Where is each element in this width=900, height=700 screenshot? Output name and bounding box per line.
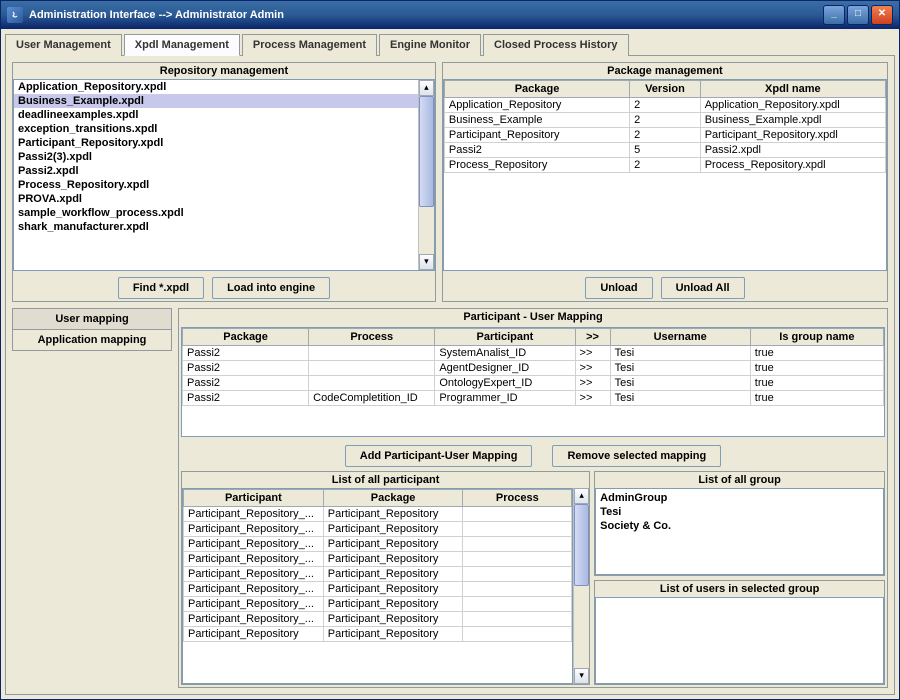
table-row: Passi25Passi2.xpdl	[444, 143, 885, 158]
list-item[interactable]: Tesi	[600, 505, 879, 519]
tab-xpdl-management[interactable]: Xpdl Management	[124, 34, 240, 56]
mapping-header: Participant - User Mapping	[179, 309, 887, 325]
table-row: Business_Example2Business_Example.xpdl	[444, 113, 885, 128]
table-row: Passi2SystemAnalist_ID>>Tesitrue	[183, 346, 884, 361]
users-in-group-list[interactable]	[595, 597, 884, 684]
unload-button[interactable]: Unload	[585, 277, 652, 299]
table-row: Passi2CodeCompletition_IDProgrammer_ID>>…	[183, 391, 884, 406]
table-row: Participant_Repository2Participant_Repos…	[444, 128, 885, 143]
table-row: Participant_RepositoryParticipant_Reposi…	[184, 627, 572, 642]
repository-list[interactable]: Application_Repository.xpdl Business_Exa…	[14, 80, 418, 270]
load-into-engine-button[interactable]: Load into engine	[212, 277, 330, 299]
unload-all-button[interactable]: Unload All	[661, 277, 745, 299]
list-item[interactable]: exception_transitions.xpdl	[14, 122, 418, 136]
scroll-thumb[interactable]	[419, 96, 434, 207]
list-item[interactable]: Society & Co.	[600, 519, 879, 533]
tab-engine-monitor[interactable]: Engine Monitor	[379, 34, 481, 56]
table-row: Passi2OntologyExpert_ID>>Tesitrue	[183, 376, 884, 391]
col-version[interactable]: Version	[630, 81, 701, 98]
tab-process-management[interactable]: Process Management	[242, 34, 377, 56]
maximize-button[interactable]: □	[847, 5, 869, 25]
scroll-up-icon[interactable]: ▴	[574, 488, 589, 504]
table-row: Participant_Repository_...Participant_Re…	[184, 597, 572, 612]
packages-table[interactable]: Package Version Xpdl name Application_Re…	[444, 80, 886, 173]
table-row: Participant_Repository_...Participant_Re…	[184, 522, 572, 537]
list-item[interactable]: Passi2.xpdl	[14, 164, 418, 178]
list-item[interactable]: Passi2(3).xpdl	[14, 150, 418, 164]
list-item[interactable]: shark_manufacturer.xpdl	[14, 220, 418, 234]
titlebar: Administration Interface --> Administrat…	[1, 1, 899, 29]
scroll-up-icon[interactable]: ▴	[419, 80, 434, 96]
repository-header: Repository management	[13, 63, 435, 79]
scrollbar[interactable]: ▴ ▾	[573, 488, 589, 684]
packages-header: Package management	[443, 63, 887, 79]
main-tabs: User Management Xpdl Management Process …	[5, 33, 895, 56]
list-item[interactable]: Business_Example.xpdl	[14, 94, 418, 108]
list-item[interactable]: PROVA.xpdl	[14, 192, 418, 206]
scroll-down-icon[interactable]: ▾	[419, 254, 434, 270]
table-row: Process_Repository2Process_Repository.xp…	[444, 158, 885, 173]
participants-table[interactable]: Participant Package Process Participant_…	[183, 489, 572, 642]
minimize-button[interactable]: _	[823, 5, 845, 25]
find-xpdl-button[interactable]: Find *.xpdl	[118, 277, 204, 299]
add-mapping-button[interactable]: Add Participant-User Mapping	[345, 445, 533, 467]
users-in-group-header: List of users in selected group	[595, 581, 884, 597]
list-item[interactable]: Participant_Repository.xpdl	[14, 136, 418, 150]
list-item[interactable]: Application_Repository.xpdl	[14, 80, 418, 94]
tab-application-mapping[interactable]: Application mapping	[12, 329, 172, 351]
scroll-down-icon[interactable]: ▾	[574, 668, 589, 684]
scrollbar[interactable]: ▴ ▾	[418, 80, 434, 270]
participants-header: List of all participant	[182, 472, 589, 488]
table-row: Participant_Repository_...Participant_Re…	[184, 537, 572, 552]
table-row: Passi2AgentDesigner_ID>>Tesitrue	[183, 361, 884, 376]
list-item[interactable]: AdminGroup	[600, 491, 879, 505]
table-row: Participant_Repository_...Participant_Re…	[184, 552, 572, 567]
groups-header: List of all group	[595, 472, 884, 488]
window-title: Administration Interface --> Administrat…	[29, 9, 284, 21]
col-package[interactable]: Package	[444, 81, 629, 98]
app-window: Administration Interface --> Administrat…	[0, 0, 900, 700]
java-icon	[7, 7, 23, 23]
list-item[interactable]: deadlineexamples.xpdl	[14, 108, 418, 122]
table-row: Participant_Repository_...Participant_Re…	[184, 612, 572, 627]
scroll-thumb[interactable]	[574, 504, 589, 586]
list-item[interactable]: Process_Repository.xpdl	[14, 178, 418, 192]
table-row: Participant_Repository_...Participant_Re…	[184, 582, 572, 597]
table-row: Application_Repository2Application_Repos…	[444, 98, 885, 113]
tab-user-management[interactable]: User Management	[5, 34, 122, 56]
groups-list[interactable]: AdminGroup Tesi Society & Co.	[595, 488, 884, 575]
mapping-table[interactable]: Package Process Participant >> Username …	[182, 328, 884, 406]
col-xpdl-name[interactable]: Xpdl name	[700, 81, 885, 98]
remove-mapping-button[interactable]: Remove selected mapping	[552, 445, 721, 467]
tab-closed-process-history[interactable]: Closed Process History	[483, 34, 629, 56]
table-row: Participant_Repository_...Participant_Re…	[184, 567, 572, 582]
table-row: Participant_Repository_...Participant_Re…	[184, 507, 572, 522]
close-button[interactable]: ✕	[871, 5, 893, 25]
list-item[interactable]: sample_workflow_process.xpdl	[14, 206, 418, 220]
tab-user-mapping[interactable]: User mapping	[12, 308, 172, 330]
